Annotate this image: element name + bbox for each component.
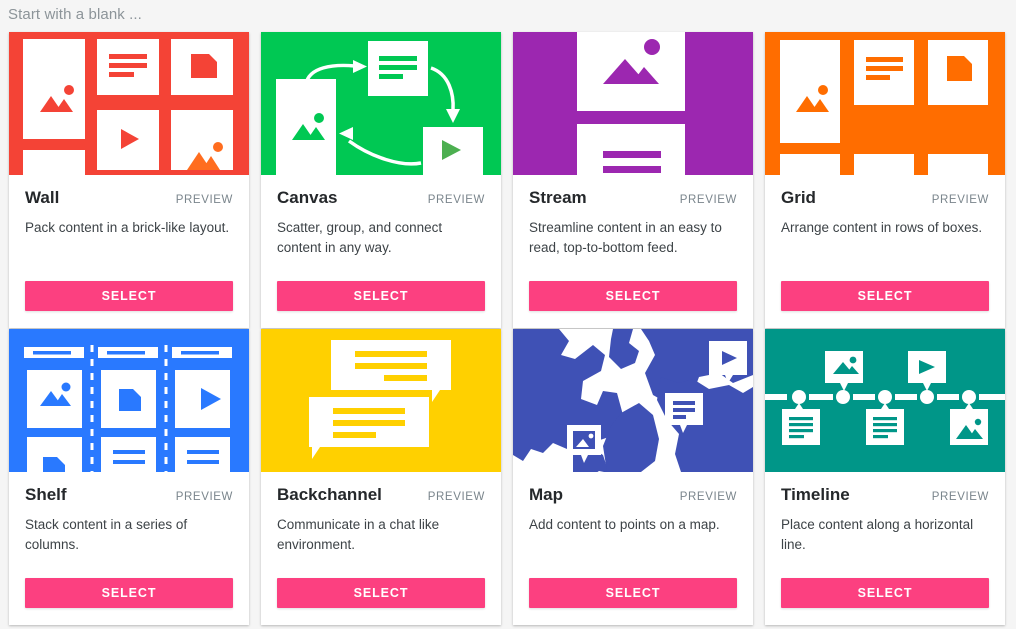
preview-link[interactable]: PREVIEW [932,491,989,503]
template-card-canvas[interactable]: Canvas PREVIEW Scatter, group, and conne… [261,32,501,328]
card-title-row: Wall PREVIEW [25,187,233,209]
canvas-thumbnail [261,32,501,175]
select-button[interactable]: SELECT [277,281,485,311]
card-title-row: Canvas PREVIEW [277,187,485,209]
grid-thumbnail [765,32,1005,175]
backchannel-thumbnail [261,329,501,472]
select-button[interactable]: SELECT [25,281,233,311]
card-description: Stack content in a series of columns. [25,517,188,552]
card-title: Wall [25,188,60,207]
card-body: Canvas PREVIEW Scatter, group, and conne… [261,175,501,281]
card-footer: SELECT [765,578,1005,625]
card-title-row: Map PREVIEW [529,484,737,506]
card-title: Map [529,485,563,504]
card-body: Wall PREVIEW Pack content in a brick-lik… [9,175,249,281]
preview-link[interactable]: PREVIEW [428,491,485,503]
card-description: Pack content in a brick-like layout. [25,220,230,235]
template-card-grid: Wall PREVIEW Pack content in a brick-lik… [0,31,1016,625]
template-card-timeline[interactable]: Timeline PREVIEW Place content along a h… [765,329,1005,625]
card-title-row: Shelf PREVIEW [25,484,233,506]
card-description: Communicate in a chat like environment. [277,517,440,552]
card-title: Timeline [781,485,850,504]
select-button[interactable]: SELECT [781,578,989,608]
preview-link[interactable]: PREVIEW [680,194,737,206]
select-button[interactable]: SELECT [277,578,485,608]
preview-link[interactable]: PREVIEW [680,491,737,503]
template-card-wall[interactable]: Wall PREVIEW Pack content in a brick-lik… [9,32,249,328]
template-card-shelf[interactable]: Shelf PREVIEW Stack content in a series … [9,329,249,625]
page-header: Start with a blank ... [0,0,1016,31]
template-card-map[interactable]: Map PREVIEW Add content to points on a m… [513,329,753,625]
card-footer: SELECT [765,281,1005,328]
preview-link[interactable]: PREVIEW [428,194,485,206]
card-description: Add content to points on a map. [529,517,720,532]
card-body: Grid PREVIEW Arrange content in rows of … [765,175,1005,281]
card-description: Streamline content in an easy to read, t… [529,220,722,255]
card-footer: SELECT [513,281,753,328]
card-body: Stream PREVIEW Streamline content in an … [513,175,753,281]
card-footer: SELECT [261,281,501,328]
card-title: Stream [529,188,587,207]
card-body: Shelf PREVIEW Stack content in a series … [9,472,249,578]
template-card-backchannel[interactable]: Backchannel PREVIEW Communicate in a cha… [261,329,501,625]
card-title: Backchannel [277,485,382,504]
card-title: Shelf [25,485,67,504]
wall-thumbnail [9,32,249,175]
select-button[interactable]: SELECT [781,281,989,311]
shelf-thumbnail [9,329,249,472]
card-title: Grid [781,188,816,207]
card-title: Canvas [277,188,338,207]
card-title-row: Grid PREVIEW [781,187,989,209]
card-footer: SELECT [513,578,753,625]
card-footer: SELECT [261,578,501,625]
card-title-row: Stream PREVIEW [529,187,737,209]
timeline-thumbnail [765,329,1005,472]
card-title-row: Backchannel PREVIEW [277,484,485,506]
card-body: Map PREVIEW Add content to points on a m… [513,472,753,578]
preview-link[interactable]: PREVIEW [176,491,233,503]
card-footer: SELECT [9,281,249,328]
card-body: Timeline PREVIEW Place content along a h… [765,472,1005,578]
select-button[interactable]: SELECT [25,578,233,608]
map-thumbnail [513,329,753,472]
card-footer: SELECT [9,578,249,625]
card-title-row: Timeline PREVIEW [781,484,989,506]
preview-link[interactable]: PREVIEW [932,194,989,206]
template-card-stream[interactable]: Stream PREVIEW Streamline content in an … [513,32,753,328]
stream-thumbnail [513,32,753,175]
template-card-grid-layout[interactable]: Grid PREVIEW Arrange content in rows of … [765,32,1005,328]
card-body: Backchannel PREVIEW Communicate in a cha… [261,472,501,578]
preview-link[interactable]: PREVIEW [176,194,233,206]
select-button[interactable]: SELECT [529,281,737,311]
select-button[interactable]: SELECT [529,578,737,608]
card-description: Arrange content in rows of boxes. [781,220,983,235]
card-description: Place content along a horizontal line. [781,517,974,552]
page-title: Start with a blank ... [8,6,142,23]
card-description: Scatter, group, and connect content in a… [277,220,443,255]
